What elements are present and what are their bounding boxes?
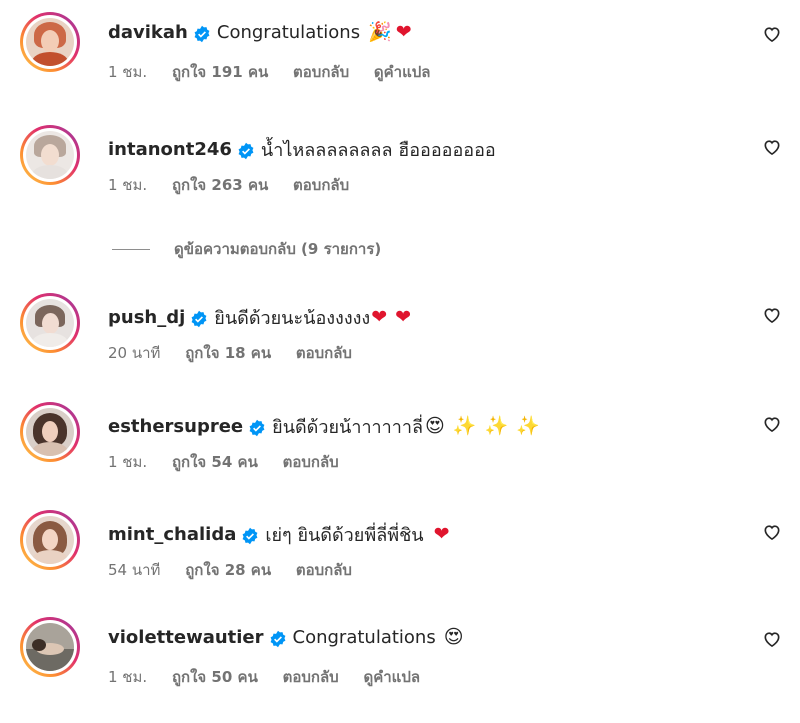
avatar[interactable] xyxy=(20,402,80,462)
view-replies-button[interactable]: ดูข้อความตอบกลับ (9 รายการ) xyxy=(112,237,381,261)
comment-username[interactable]: davikah xyxy=(108,22,188,43)
comment-username[interactable]: intanont246 xyxy=(108,139,232,160)
avatar[interactable] xyxy=(20,12,80,72)
comment-text: ยินดีด้วยน้าาาาาาลี่ xyxy=(272,417,424,438)
comment-username[interactable]: push_dj xyxy=(108,307,185,328)
reply-button[interactable]: ตอบกลับ xyxy=(296,561,352,579)
heart-emoji: ❤ xyxy=(395,21,412,43)
reply-button[interactable]: ตอบกลับ xyxy=(296,344,352,362)
comment-time[interactable]: 1 ชม. xyxy=(108,63,147,81)
comment-time[interactable]: 1 ชม. xyxy=(108,453,147,471)
heart-outline-icon[interactable] xyxy=(762,414,782,434)
comment-text: Congratulations xyxy=(216,22,361,43)
heart-outline-icon[interactable] xyxy=(762,522,782,542)
comment-time[interactable]: 20 นาที xyxy=(108,344,160,362)
avatar[interactable] xyxy=(20,510,80,570)
sparkles-emoji: ✨ xyxy=(516,415,540,437)
sparkles-emoji: ✨ xyxy=(452,415,477,437)
comment-username[interactable]: violettewautier xyxy=(108,627,264,648)
translate-button[interactable]: ดูคำแปล xyxy=(363,668,420,686)
verified-badge-icon xyxy=(270,630,285,647)
comment-text: ยินดีด้วยนะน้องงงงง xyxy=(214,308,371,329)
comment-likes[interactable]: ถูกใจ 191 คน xyxy=(172,63,268,81)
reply-button[interactable]: ตอบกลับ xyxy=(283,668,339,686)
divider xyxy=(112,248,150,250)
heart-outline-icon[interactable] xyxy=(762,24,782,44)
reply-button[interactable]: ตอบกลับ xyxy=(293,176,349,194)
comment-likes[interactable]: ถูกใจ 263 คน xyxy=(172,176,268,194)
view-replies-label: ดูข้อความตอบกลับ (9 รายการ) xyxy=(174,240,382,258)
comment-username[interactable]: esthersupree xyxy=(108,416,243,437)
verified-badge-icon xyxy=(238,142,254,159)
comment-likes[interactable]: ถูกใจ 28 คน xyxy=(185,561,271,579)
comment-time[interactable]: 1 ชม. xyxy=(108,668,147,686)
heart-outline-icon[interactable] xyxy=(762,629,782,649)
heart-outline-icon[interactable] xyxy=(762,137,782,157)
avatar[interactable] xyxy=(20,617,80,677)
sparkles-emoji: ✨ xyxy=(484,415,509,437)
comment-time[interactable]: 54 นาที xyxy=(108,561,160,579)
comment-time[interactable]: 1 ชม. xyxy=(108,176,147,194)
heart-outline-icon[interactable] xyxy=(762,305,782,325)
comment-likes[interactable]: ถูกใจ 50 คน xyxy=(172,668,258,686)
avatar[interactable] xyxy=(20,125,80,185)
heart-eyes-emoji: 😍 xyxy=(425,415,445,437)
comment-likes[interactable]: ถูกใจ 18 คน xyxy=(185,344,271,362)
comment-text: Congratulations xyxy=(292,627,436,648)
heart-emoji: ❤ xyxy=(433,523,450,545)
heart-emoji: ❤ xyxy=(371,306,388,328)
heart-eyes-emoji: 😍 xyxy=(443,626,464,648)
reply-button[interactable]: ตอบกลับ xyxy=(293,63,349,81)
comment-likes[interactable]: ถูกใจ 54 คน xyxy=(172,453,258,471)
verified-badge-icon xyxy=(249,419,265,436)
verified-badge-icon xyxy=(191,310,207,327)
verified-badge-icon xyxy=(194,25,210,42)
verified-badge-icon xyxy=(242,527,258,544)
reply-button[interactable]: ตอบกลับ xyxy=(283,453,339,471)
heart-emoji: ❤ xyxy=(395,306,412,328)
comment-username[interactable]: mint_chalida xyxy=(108,524,236,545)
avatar[interactable] xyxy=(20,293,80,353)
translate-button[interactable]: ดูคำแปล xyxy=(374,63,431,81)
comment-text: เย่ๆ ยินดีด้วยพี่ลี่พี่ชิน xyxy=(265,525,424,546)
party-popper-emoji: 🎉 xyxy=(368,21,392,43)
comment-text: น้ำไหลลลลลลลล ฮืออออออออ xyxy=(260,140,496,161)
